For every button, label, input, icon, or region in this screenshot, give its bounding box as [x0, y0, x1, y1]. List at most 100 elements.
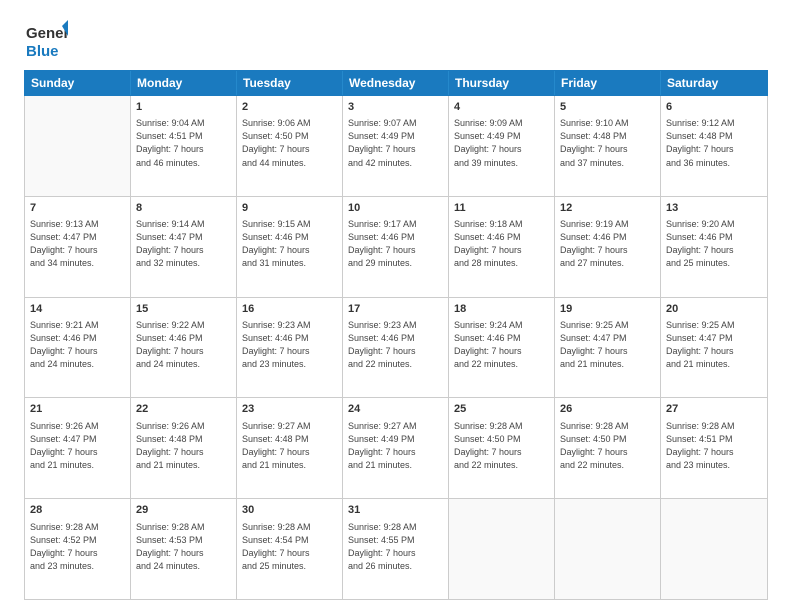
day-number: 4: [454, 100, 549, 115]
weekday-header-sunday: Sunday: [25, 71, 131, 95]
day-cell-26: 26 Sunrise: 9:28 AM Sunset: 4:50 PM Dayli…: [555, 398, 661, 498]
day-info: Sunrise: 9:21 AM Sunset: 4:46 PM Dayligh…: [30, 319, 125, 371]
day-info: Sunrise: 9:13 AM Sunset: 4:47 PM Dayligh…: [30, 218, 125, 270]
day-info: Sunrise: 9:06 AM Sunset: 4:50 PM Dayligh…: [242, 117, 337, 169]
day-number: 16: [242, 302, 337, 317]
day-info: Sunrise: 9:28 AM Sunset: 4:52 PM Dayligh…: [30, 521, 125, 573]
day-number: 29: [136, 503, 231, 518]
day-cell-24: 24 Sunrise: 9:27 AM Sunset: 4:49 PM Dayli…: [343, 398, 449, 498]
day-number: 12: [560, 201, 655, 216]
day-info: Sunrise: 9:14 AM Sunset: 4:47 PM Dayligh…: [136, 218, 231, 270]
day-number: 2: [242, 100, 337, 115]
day-number: 10: [348, 201, 443, 216]
day-number: 19: [560, 302, 655, 317]
day-info: Sunrise: 9:23 AM Sunset: 4:46 PM Dayligh…: [242, 319, 337, 371]
day-info: Sunrise: 9:22 AM Sunset: 4:46 PM Dayligh…: [136, 319, 231, 371]
day-number: 17: [348, 302, 443, 317]
day-cell-17: 17 Sunrise: 9:23 AM Sunset: 4:46 PM Dayli…: [343, 298, 449, 398]
day-number: 7: [30, 201, 125, 216]
day-number: 11: [454, 201, 549, 216]
day-info: Sunrise: 9:18 AM Sunset: 4:46 PM Dayligh…: [454, 218, 549, 270]
day-info: Sunrise: 9:25 AM Sunset: 4:47 PM Dayligh…: [560, 319, 655, 371]
day-number: 13: [666, 201, 762, 216]
day-cell-13: 13Sunrise: 9:20 AM Sunset: 4:46 PM Dayli…: [661, 197, 767, 297]
weekday-header-monday: Monday: [131, 71, 237, 95]
day-number: 14: [30, 302, 125, 317]
day-cell-11: 11 Sunrise: 9:18 AM Sunset: 4:46 PM Dayli…: [449, 197, 555, 297]
weekday-header-friday: Friday: [555, 71, 661, 95]
day-cell-3: 3Sunrise: 9:07 AM Sunset: 4:49 PM Daylig…: [343, 96, 449, 196]
day-number: 9: [242, 201, 337, 216]
calendar-body: 1Sunrise: 9:04 AM Sunset: 4:51 PM Daylig…: [24, 96, 768, 600]
day-cell-31: 31Sunrise: 9:28 AM Sunset: 4:55 PM Dayli…: [343, 499, 449, 599]
day-cell-10: 10 Sunrise: 9:17 AM Sunset: 4:46 PM Dayli…: [343, 197, 449, 297]
day-number: 5: [560, 100, 655, 115]
day-info: Sunrise: 9:12 AM Sunset: 4:48 PM Dayligh…: [666, 117, 762, 169]
week-row-5: 28 Sunrise: 9:28 AM Sunset: 4:52 PM Dayli…: [25, 499, 767, 599]
empty-cell: [661, 499, 767, 599]
day-cell-25: 25 Sunrise: 9:28 AM Sunset: 4:50 PM Dayli…: [449, 398, 555, 498]
day-number: 30: [242, 503, 337, 518]
day-number: 25: [454, 402, 549, 417]
day-cell-15: 15 Sunrise: 9:22 AM Sunset: 4:46 PM Dayli…: [131, 298, 237, 398]
day-cell-1: 1Sunrise: 9:04 AM Sunset: 4:51 PM Daylig…: [131, 96, 237, 196]
weekday-header-thursday: Thursday: [449, 71, 555, 95]
day-number: 24: [348, 402, 443, 417]
day-number: 18: [454, 302, 549, 317]
day-number: 26: [560, 402, 655, 417]
svg-text:Blue: Blue: [26, 43, 59, 60]
day-info: Sunrise: 9:28 AM Sunset: 4:54 PM Dayligh…: [242, 521, 337, 573]
week-row-1: 1Sunrise: 9:04 AM Sunset: 4:51 PM Daylig…: [25, 96, 767, 197]
day-cell-29: 29Sunrise: 9:28 AM Sunset: 4:53 PM Dayli…: [131, 499, 237, 599]
day-number: 21: [30, 402, 125, 417]
day-info: Sunrise: 9:26 AM Sunset: 4:47 PM Dayligh…: [30, 420, 125, 472]
page: General Blue SundayMondayTuesdayWednesda…: [0, 0, 792, 612]
day-cell-18: 18 Sunrise: 9:24 AM Sunset: 4:46 PM Dayli…: [449, 298, 555, 398]
day-cell-28: 28 Sunrise: 9:28 AM Sunset: 4:52 PM Dayli…: [25, 499, 131, 599]
day-number: 20: [666, 302, 762, 317]
day-info: Sunrise: 9:28 AM Sunset: 4:50 PM Dayligh…: [454, 420, 549, 472]
day-info: Sunrise: 9:19 AM Sunset: 4:46 PM Dayligh…: [560, 218, 655, 270]
day-number: 22: [136, 402, 231, 417]
day-cell-14: 14 Sunrise: 9:21 AM Sunset: 4:46 PM Dayli…: [25, 298, 131, 398]
day-info: Sunrise: 9:28 AM Sunset: 4:50 PM Dayligh…: [560, 420, 655, 472]
day-info: Sunrise: 9:09 AM Sunset: 4:49 PM Dayligh…: [454, 117, 549, 169]
empty-cell: [449, 499, 555, 599]
day-number: 23: [242, 402, 337, 417]
weekday-header-wednesday: Wednesday: [343, 71, 449, 95]
day-cell-20: 20 Sunrise: 9:25 AM Sunset: 4:47 PM Dayli…: [661, 298, 767, 398]
day-cell-19: 19 Sunrise: 9:25 AM Sunset: 4:47 PM Dayli…: [555, 298, 661, 398]
day-info: Sunrise: 9:15 AM Sunset: 4:46 PM Dayligh…: [242, 218, 337, 270]
day-cell-30: 30 Sunrise: 9:28 AM Sunset: 4:54 PM Dayli…: [237, 499, 343, 599]
empty-cell: [25, 96, 131, 196]
day-number: 8: [136, 201, 231, 216]
day-cell-4: 4 Sunrise: 9:09 AM Sunset: 4:49 PM Daylig…: [449, 96, 555, 196]
day-info: Sunrise: 9:23 AM Sunset: 4:46 PM Dayligh…: [348, 319, 443, 371]
header: General Blue: [24, 18, 768, 62]
calendar-header: SundayMondayTuesdayWednesdayThursdayFrid…: [24, 70, 768, 96]
day-info: Sunrise: 9:17 AM Sunset: 4:46 PM Dayligh…: [348, 218, 443, 270]
weekday-header-tuesday: Tuesday: [237, 71, 343, 95]
day-cell-27: 27 Sunrise: 9:28 AM Sunset: 4:51 PM Dayli…: [661, 398, 767, 498]
day-cell-8: 8 Sunrise: 9:14 AM Sunset: 4:47 PM Daylig…: [131, 197, 237, 297]
day-cell-9: 9 Sunrise: 9:15 AM Sunset: 4:46 PM Daylig…: [237, 197, 343, 297]
logo-row: General Blue: [24, 18, 68, 62]
week-row-2: 7 Sunrise: 9:13 AM Sunset: 4:47 PM Daylig…: [25, 197, 767, 298]
day-number: 27: [666, 402, 762, 417]
day-cell-22: 22Sunrise: 9:26 AM Sunset: 4:48 PM Dayli…: [131, 398, 237, 498]
day-number: 6: [666, 100, 762, 115]
day-number: 28: [30, 503, 125, 518]
day-cell-23: 23Sunrise: 9:27 AM Sunset: 4:48 PM Dayli…: [237, 398, 343, 498]
logo-icon: General Blue: [24, 18, 68, 62]
logo: General Blue: [24, 18, 68, 62]
day-cell-12: 12 Sunrise: 9:19 AM Sunset: 4:46 PM Dayli…: [555, 197, 661, 297]
calendar: SundayMondayTuesdayWednesdayThursdayFrid…: [24, 70, 768, 600]
day-info: Sunrise: 9:24 AM Sunset: 4:46 PM Dayligh…: [454, 319, 549, 371]
day-info: Sunrise: 9:07 AM Sunset: 4:49 PM Dayligh…: [348, 117, 443, 169]
day-info: Sunrise: 9:28 AM Sunset: 4:51 PM Dayligh…: [666, 420, 762, 472]
day-info: Sunrise: 9:27 AM Sunset: 4:49 PM Dayligh…: [348, 420, 443, 472]
day-number: 15: [136, 302, 231, 317]
weekday-header-saturday: Saturday: [661, 71, 767, 95]
day-cell-21: 21 Sunrise: 9:26 AM Sunset: 4:47 PM Dayli…: [25, 398, 131, 498]
day-info: Sunrise: 9:25 AM Sunset: 4:47 PM Dayligh…: [666, 319, 762, 371]
